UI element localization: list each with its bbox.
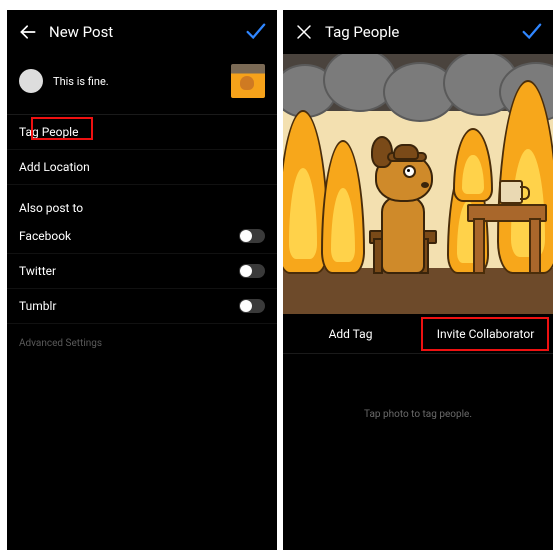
- tag-people-row[interactable]: Tag People: [7, 115, 277, 150]
- facebook-toggle-row: Facebook: [7, 219, 277, 254]
- caption-input[interactable]: This is fine.: [53, 75, 221, 88]
- advanced-settings-row[interactable]: Advanced Settings: [7, 324, 277, 363]
- screen-new-post: New Post This is fine. Tag People Add Lo…: [7, 10, 277, 550]
- tumblr-label: Tumblr: [19, 299, 239, 313]
- dog-illustration: [361, 144, 451, 274]
- close-icon[interactable]: [293, 21, 315, 43]
- caption-row: This is fine.: [7, 54, 277, 114]
- twitter-label: Twitter: [19, 264, 239, 278]
- page-title: New Post: [39, 23, 243, 41]
- mug-icon: [499, 180, 523, 204]
- back-arrow-icon[interactable]: [17, 21, 39, 43]
- facebook-label: Facebook: [19, 229, 239, 243]
- facebook-toggle[interactable]: [239, 229, 265, 243]
- post-image[interactable]: [283, 54, 553, 314]
- add-location-row[interactable]: Add Location: [7, 150, 277, 185]
- invite-collaborator-label: Invite Collaborator: [437, 327, 535, 341]
- confirm-check-icon[interactable]: [519, 21, 543, 43]
- post-thumbnail[interactable]: [231, 64, 265, 98]
- also-post-to-label: Also post to: [7, 185, 277, 219]
- add-tag-label: Add Tag: [329, 327, 373, 341]
- avatar: [19, 69, 43, 93]
- title-bar: Tag People: [283, 10, 553, 54]
- twitter-toggle-row: Twitter: [7, 254, 277, 289]
- tumblr-toggle-row: Tumblr: [7, 289, 277, 324]
- tag-tabs: Add Tag Invite Collaborator: [283, 314, 553, 354]
- tag-people-label: Tag People: [19, 125, 78, 139]
- twitter-toggle[interactable]: [239, 264, 265, 278]
- tab-add-tag[interactable]: Add Tag: [283, 314, 418, 354]
- tumblr-toggle[interactable]: [239, 299, 265, 313]
- title-bar: New Post: [7, 10, 277, 54]
- tab-invite-collaborator[interactable]: Invite Collaborator: [418, 314, 553, 354]
- page-title: Tag People: [315, 23, 519, 41]
- screen-tag-people: Tag People: [283, 10, 553, 550]
- add-location-label: Add Location: [19, 160, 90, 174]
- tap-photo-hint: Tap photo to tag people.: [283, 409, 553, 420]
- confirm-check-icon[interactable]: [243, 21, 267, 43]
